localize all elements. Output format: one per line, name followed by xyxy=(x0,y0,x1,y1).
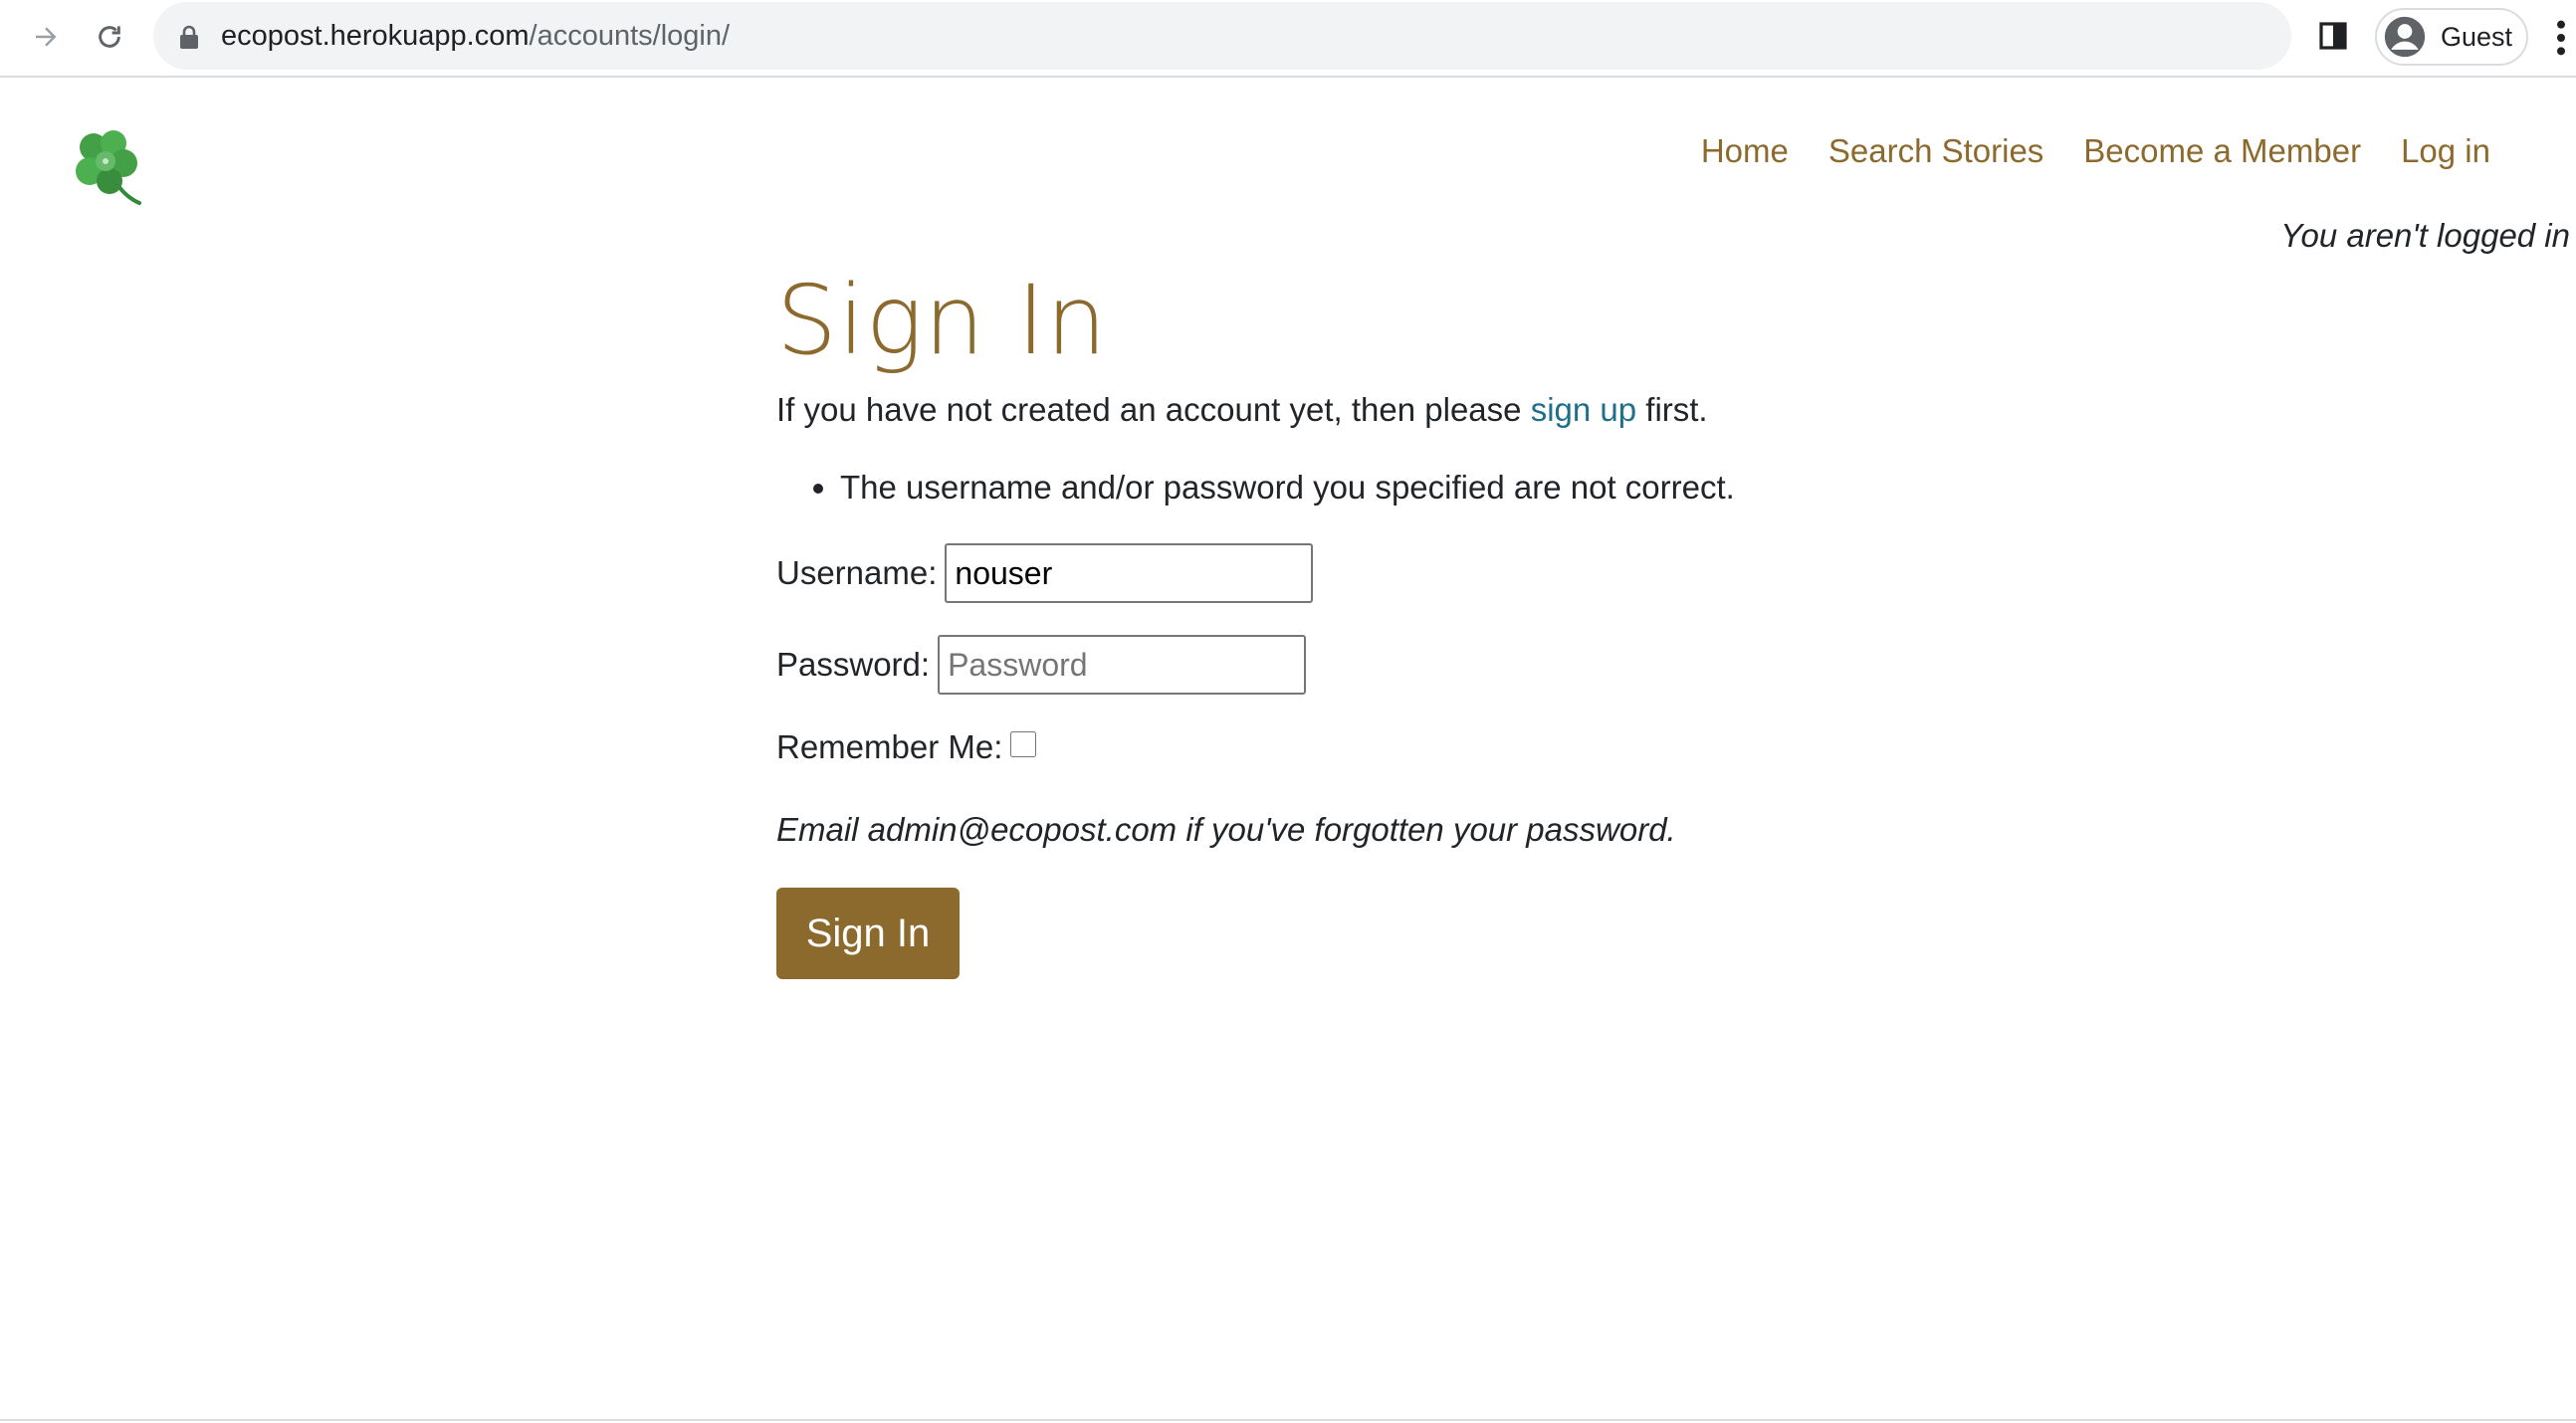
forward-button[interactable] xyxy=(23,14,69,60)
password-label: Password: xyxy=(776,646,931,683)
signup-link[interactable]: sign up xyxy=(1531,391,1636,428)
more-vert-icon[interactable] xyxy=(2554,18,2568,58)
password-row: Password: xyxy=(776,635,2170,695)
signup-prompt-after: first. xyxy=(1636,391,1708,428)
remember-label: Remember Me: xyxy=(776,728,1003,765)
side-panel-icon[interactable] xyxy=(2317,20,2349,52)
login-status: You aren't logged in xyxy=(2280,217,2570,254)
nav-login-link[interactable]: Log in xyxy=(2401,127,2490,175)
username-row: Username: xyxy=(776,543,2170,603)
remember-checkbox[interactable] xyxy=(1010,731,1037,757)
error-message: The username and/or password you specifi… xyxy=(840,464,2170,511)
nav-search-stories-link[interactable]: Search Stories xyxy=(1828,127,2043,175)
arrow-right-icon xyxy=(36,27,57,47)
remember-row: Remember Me: xyxy=(776,728,2170,766)
signup-prompt-before: If you have not created an account yet, … xyxy=(776,391,1531,428)
lock-icon xyxy=(180,25,198,49)
signin-content: Sign In If you have not created an accou… xyxy=(776,261,2170,979)
browser-toolbar: ecopost.herokuapp.com/accounts/login/ Gu… xyxy=(0,0,2576,78)
username-label: Username: xyxy=(776,554,938,591)
window-bottom-border xyxy=(0,1419,2576,1421)
url-host: ecopost.herokuapp.com xyxy=(221,20,530,52)
nav-become-member-link[interactable]: Become a Member xyxy=(2083,127,2361,175)
signup-prompt: If you have not created an account yet, … xyxy=(776,386,2170,434)
url-text: ecopost.herokuapp.com/accounts/login/ xyxy=(221,2,730,70)
reload-button[interactable] xyxy=(87,14,132,60)
profile-label: Guest xyxy=(2441,21,2513,52)
main-nav: Home Search Stories Become a Member Log … xyxy=(1701,127,2490,175)
profile-button[interactable]: Guest xyxy=(2375,8,2528,66)
username-input[interactable] xyxy=(945,543,1314,603)
page-title: Sign In xyxy=(776,265,1108,376)
error-list: The username and/or password you specifi… xyxy=(776,464,2170,511)
password-input[interactable] xyxy=(938,635,1307,695)
nav-home-link[interactable]: Home xyxy=(1701,127,1789,175)
account-circle-icon xyxy=(2384,16,2426,58)
login-form: Username: Password: Remember Me: Email a… xyxy=(776,543,2170,979)
forgot-password-note: Email admin@ecopost.com if you've forgot… xyxy=(776,811,1676,848)
url-path: /accounts/login/ xyxy=(529,20,731,52)
address-bar[interactable]: ecopost.herokuapp.com/accounts/login/ xyxy=(153,2,2291,70)
four-leaf-clover-icon[interactable] xyxy=(64,125,149,211)
sign-in-button[interactable]: Sign In xyxy=(776,888,960,979)
reload-icon xyxy=(99,26,120,48)
